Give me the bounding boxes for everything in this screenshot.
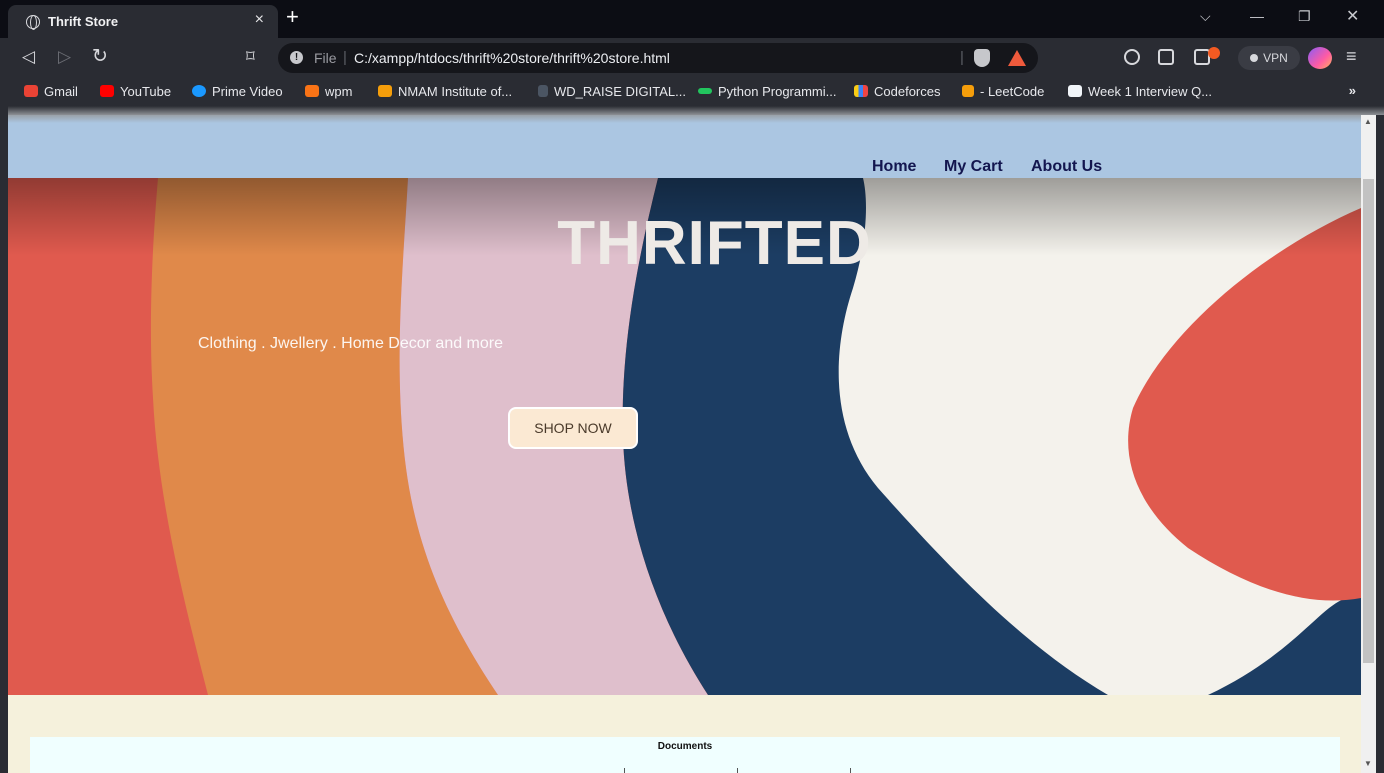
- notification-badge: [1208, 47, 1220, 59]
- bookmarks-overflow-icon[interactable]: »: [1349, 83, 1356, 98]
- bookmark-label: WD_RAISE DIGITAL...: [554, 84, 686, 99]
- python-icon: [698, 88, 712, 94]
- gmail-icon: [24, 85, 38, 97]
- site-header: Home My Cart About Us: [8, 115, 1361, 178]
- bookmark-icon[interactable]: ⌑: [246, 47, 255, 67]
- documents-heading: Documents: [657, 741, 713, 752]
- bookmark-label: NMAM Institute of...: [398, 84, 513, 99]
- url-scheme: File: [314, 50, 337, 66]
- bookmark-python[interactable]: Python Programmi...: [698, 84, 837, 99]
- browser-toolbar: ◁ ▷ ↻ ⌑ ! File | C:/xampp/htdocs/thrift%…: [0, 38, 1384, 78]
- nav-about-us[interactable]: About Us: [1031, 158, 1102, 176]
- bookmark-codeforces[interactable]: Codeforces: [854, 84, 940, 99]
- bookmark-label: Prime Video: [212, 84, 283, 99]
- viewport-top-edge: [0, 106, 1384, 115]
- bookmark-label: Codeforces: [874, 84, 941, 99]
- bookmark-label: Gmail: [44, 84, 78, 99]
- bookmark-raise-digital[interactable]: WD_RAISE DIGITAL...: [538, 84, 686, 99]
- minimize-icon[interactable]: —: [1250, 8, 1264, 24]
- vpn-button[interactable]: VPN: [1238, 46, 1300, 70]
- bookmark-label: wpm: [325, 84, 353, 99]
- globe-icon: [26, 15, 40, 30]
- address-bar[interactable]: ! File | C:/xampp/htdocs/thrift%20store/…: [278, 43, 1038, 73]
- forward-icon[interactable]: ▷: [58, 47, 71, 67]
- bookmark-label: Python Programmi...: [718, 84, 837, 99]
- documents-section: Documents: [30, 737, 1340, 773]
- restore-icon[interactable]: ❐: [1298, 8, 1311, 25]
- tab-search-chevron-icon[interactable]: ⌵: [1200, 8, 1211, 25]
- url-separator: |: [960, 49, 964, 66]
- bookmark-label: - LeetCode: [980, 84, 1045, 99]
- new-tab-icon[interactable]: +: [286, 5, 299, 29]
- week1-icon: [1068, 85, 1082, 97]
- nav-my-cart[interactable]: My Cart: [944, 158, 1003, 176]
- bookmark-wpm[interactable]: wpm: [305, 84, 352, 99]
- youtube-icon: [100, 85, 114, 97]
- hero-banner: THRIFTED Clothing . Jwellery . Home Deco…: [8, 178, 1361, 695]
- bookmark-label: YouTube: [120, 84, 172, 99]
- hero-title: THRIFTED: [557, 209, 872, 278]
- extensions-icon[interactable]: [1124, 49, 1140, 65]
- back-icon[interactable]: ◁: [22, 47, 35, 67]
- page-scrollbar[interactable]: ▲ ▼: [1361, 115, 1376, 773]
- bookmark-nmam[interactable]: NMAM Institute of...: [378, 84, 512, 99]
- profile-avatar[interactable]: [1308, 47, 1332, 69]
- bookmark-gmail[interactable]: Gmail: [24, 84, 78, 99]
- bookmark-week1[interactable]: Week 1 Interview Q...: [1068, 84, 1212, 99]
- scroll-down-icon[interactable]: ▼: [1364, 759, 1372, 768]
- url-text[interactable]: C:/xampp/htdocs/thrift%20store/thrift%20…: [354, 50, 670, 66]
- documents-divider: [624, 768, 625, 773]
- codeforces-icon: [854, 85, 868, 97]
- viewport-left-edge: [0, 106, 8, 773]
- brave-rewards-icon[interactable]: [1008, 50, 1026, 66]
- bookmarks-bar: Gmail YouTube Prime Video wpm NMAM Insti…: [0, 78, 1384, 106]
- menu-icon[interactable]: ≡: [1346, 46, 1357, 67]
- viewport-right-edge: [1376, 115, 1384, 773]
- page-viewport: Home My Cart About Us THRIFTED Clothing …: [8, 115, 1361, 773]
- leetcode-icon: [962, 85, 974, 97]
- bookmark-prime-video[interactable]: Prime Video: [192, 84, 283, 99]
- documents-divider: [850, 768, 851, 773]
- scroll-up-icon[interactable]: ▲: [1364, 117, 1372, 126]
- bookmark-leetcode[interactable]: - LeetCode: [962, 84, 1044, 99]
- reload-icon[interactable]: ↻: [92, 45, 108, 68]
- active-tab[interactable]: Thrift Store ×: [8, 5, 278, 38]
- bookmark-label: Week 1 Interview Q...: [1088, 84, 1213, 99]
- url-separator: |: [343, 49, 347, 66]
- close-tab-icon[interactable]: ×: [255, 11, 264, 29]
- brave-shields-icon[interactable]: [974, 49, 990, 67]
- bookmark-youtube[interactable]: YouTube: [100, 84, 171, 99]
- wpm-icon: [305, 85, 319, 97]
- scrollbar-thumb[interactable]: [1363, 179, 1374, 663]
- close-window-icon[interactable]: ✕: [1346, 6, 1359, 26]
- sidebar-icon[interactable]: [1158, 49, 1174, 65]
- info-icon[interactable]: !: [290, 51, 303, 64]
- nav-home[interactable]: Home: [872, 158, 916, 176]
- prime-video-icon: [192, 85, 206, 97]
- browser-tab-strip: Thrift Store × + ⌵ — ❐ ✕: [0, 0, 1384, 38]
- documents-divider: [737, 768, 738, 773]
- shop-now-button[interactable]: SHOP NOW: [508, 407, 638, 449]
- raise-digital-icon: [538, 85, 548, 97]
- tab-title: Thrift Store: [48, 14, 119, 29]
- hero-subtitle: Clothing . Jwellery . Home Decor and mor…: [198, 335, 504, 352]
- nmam-icon: [378, 85, 392, 97]
